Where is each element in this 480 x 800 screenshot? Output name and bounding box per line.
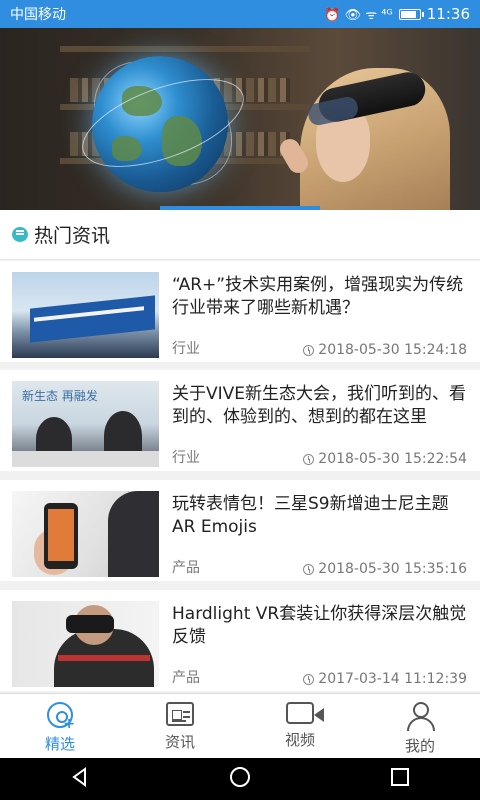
section-title: 热门资讯 bbox=[34, 225, 111, 247]
clock-time: 11:36 bbox=[426, 5, 470, 23]
clock-icon bbox=[303, 344, 315, 356]
news-time: 2018-05-30 15:35:16 bbox=[303, 561, 467, 577]
status-icons: ⏰ 👁 ᯤ ⁴ᴳ bbox=[324, 8, 393, 23]
news-time-text: 2018-05-30 15:22:54 bbox=[318, 451, 467, 467]
news-title: Hardlight VR套装让你获得深层次触觉反馈 bbox=[172, 604, 467, 647]
news-title: “AR+”技术实用案例，增强现实为传统行业带来了哪些新机遇？ bbox=[172, 275, 464, 318]
system-nav-bar bbox=[0, 758, 480, 800]
news-time: 2018-05-30 15:24:18 bbox=[303, 342, 467, 358]
recent-apps-icon bbox=[391, 768, 410, 786]
bookshelf-decoration bbox=[60, 46, 310, 52]
news-item[interactable]: “AR+”技术实用案例，增强现实为传统行业带来了哪些新机遇？ 行业 2018-0… bbox=[0, 261, 480, 362]
hero-banner[interactable] bbox=[0, 28, 480, 210]
battery-icon bbox=[398, 8, 424, 20]
tab-video[interactable]: 视频 bbox=[240, 694, 360, 758]
back-icon bbox=[71, 767, 86, 787]
news-time-text: 2018-05-30 15:35:16 bbox=[318, 561, 467, 577]
news-thumbnail bbox=[12, 272, 159, 358]
news-time: 2018-05-30 15:22:54 bbox=[303, 451, 467, 467]
section-header: 热门资讯 bbox=[0, 210, 480, 260]
person-shape bbox=[108, 491, 159, 577]
clock-icon bbox=[303, 563, 315, 575]
clock-icon bbox=[303, 673, 315, 685]
news-thumbnail: 新生态 再融发 bbox=[12, 381, 159, 467]
news-item[interactable]: Hardlight VR套装让你获得深层次触觉反馈 产品 2017-03-14 … bbox=[0, 590, 480, 691]
back-button[interactable] bbox=[70, 767, 90, 791]
phone-screen bbox=[48, 509, 74, 561]
table-shape bbox=[12, 451, 159, 467]
tab-mine[interactable]: 我的 bbox=[360, 694, 480, 758]
tab-label: 精选 bbox=[44, 735, 75, 753]
news-item[interactable]: 新生态 再融发 关于VIVE新生态大会，我们听到的、看到的、体验到的、想到的都在… bbox=[0, 370, 480, 471]
news-tag: 产品 bbox=[172, 560, 200, 576]
news-tag: 行业 bbox=[172, 341, 200, 357]
clock-icon bbox=[303, 453, 315, 465]
haptic-suit-strap bbox=[58, 655, 150, 661]
tab-featured[interactable]: 精选 bbox=[0, 694, 120, 758]
news-thumbnail bbox=[12, 491, 159, 577]
status-bar: 中国移动 ⏰ 👁 ᯤ ⁴ᴳ 11:36 bbox=[0, 0, 480, 28]
user-icon bbox=[405, 702, 435, 731]
tab-label: 我的 bbox=[404, 737, 435, 755]
home-icon bbox=[229, 767, 250, 787]
news-icon bbox=[166, 702, 194, 726]
thumbnail-text: 新生态 再融发 bbox=[22, 389, 98, 403]
news-thumbnail bbox=[12, 601, 159, 687]
home-button[interactable] bbox=[229, 766, 251, 792]
chat-bubble-icon bbox=[12, 227, 28, 242]
status-icons-group: ⏰ 👁 ᯤ ⁴ᴳ 11:36 bbox=[324, 5, 470, 23]
bottom-nav: 精选 资讯 视频 我的 bbox=[0, 693, 480, 758]
news-title: 玩转表情包！三星S9新增迪士尼主题AR Emojis bbox=[172, 494, 449, 537]
featured-icon bbox=[47, 702, 75, 732]
tab-label: 视频 bbox=[284, 731, 315, 749]
recent-apps-button[interactable] bbox=[390, 767, 410, 791]
news-tag: 产品 bbox=[172, 670, 200, 686]
video-icon bbox=[286, 702, 324, 724]
news-tag: 行业 bbox=[172, 450, 200, 466]
vr-headset-shape bbox=[66, 615, 114, 633]
battery-fill bbox=[400, 10, 417, 18]
tab-news[interactable]: 资讯 bbox=[120, 694, 240, 758]
news-title: 关于VIVE新生态大会，我们听到的、看到的、体验到的、想到的都在这里 bbox=[172, 384, 467, 427]
news-item[interactable]: 玩转表情包！三星S9新增迪士尼主题AR Emojis 产品 2018-05-30… bbox=[0, 480, 480, 581]
news-time-text: 2018-05-30 15:24:18 bbox=[318, 342, 467, 358]
news-time-text: 2017-03-14 11:12:39 bbox=[318, 671, 467, 687]
tab-label: 资讯 bbox=[164, 733, 195, 751]
carrier-name: 中国移动 bbox=[10, 7, 66, 23]
news-time: 2017-03-14 11:12:39 bbox=[303, 671, 467, 687]
